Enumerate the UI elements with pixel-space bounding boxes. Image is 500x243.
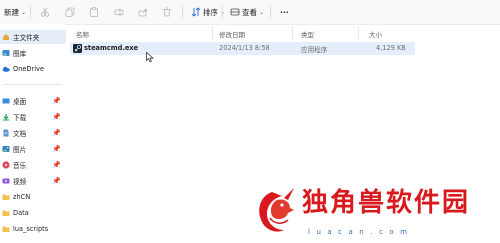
sidebar-item-data[interactable]: Data xyxy=(0,206,66,220)
steam-app-icon xyxy=(73,44,82,53)
column-header-name[interactable]: 名称 xyxy=(76,29,89,39)
sidebar-item-label: zhCN xyxy=(13,193,31,201)
column-header-type[interactable]: 类型 xyxy=(301,29,314,39)
desktop-icon xyxy=(2,98,10,104)
new-button[interactable]: 新建 ⌄ xyxy=(4,5,26,19)
file-size: 4,129 KB xyxy=(376,44,406,52)
sort-button[interactable]: 排序 ⌄ xyxy=(191,5,225,19)
sidebar-item-downloads[interactable]: 下载 📌 xyxy=(0,110,66,124)
more-icon: ··· xyxy=(280,7,289,17)
view-icon xyxy=(230,8,240,16)
folder-icon xyxy=(2,194,10,200)
sidebar-item-label: 下载 xyxy=(13,114,27,122)
view-button[interactable]: 查看 ⌄ xyxy=(230,5,264,19)
column-divider[interactable] xyxy=(212,27,213,39)
unicorn-logo-icon xyxy=(259,188,294,232)
column-header-size[interactable]: 大小 xyxy=(369,29,382,39)
share-button[interactable] xyxy=(138,5,148,19)
sidebar-item-pictures[interactable]: 图片 📌 xyxy=(0,142,66,156)
rename-button[interactable] xyxy=(114,5,124,19)
sidebar-item-zhcn[interactable]: zhCN xyxy=(0,190,66,204)
sidebar-item-label: 图片 xyxy=(13,146,27,154)
cut-icon xyxy=(40,7,50,17)
file-type: 应用程序 xyxy=(301,46,328,54)
home-icon xyxy=(3,34,9,40)
folder-icon xyxy=(2,226,10,232)
video-icon xyxy=(2,178,10,184)
sidebar-item-label: 视频 xyxy=(13,178,27,186)
sidebar-item-label: 桌面 xyxy=(13,98,27,106)
cut-button[interactable] xyxy=(40,5,50,19)
sidebar-item-label: 音乐 xyxy=(13,162,27,170)
column-divider[interactable] xyxy=(358,27,359,39)
picture-icon xyxy=(2,146,10,152)
sidebar-item-label: 文档 xyxy=(13,130,27,138)
rename-icon xyxy=(114,8,124,16)
sidebar-item-music[interactable]: 音乐 📌 xyxy=(0,158,66,172)
pin-icon: 📌 xyxy=(52,145,61,153)
view-label: 查看 xyxy=(242,7,257,17)
delete-button[interactable] xyxy=(162,5,172,19)
sidebar-item-label: 主文件夹 xyxy=(13,34,40,42)
toolbar-divider xyxy=(270,6,271,18)
toolbar-divider xyxy=(222,6,223,18)
copy-icon xyxy=(65,7,75,17)
folder-icon xyxy=(2,210,10,216)
toolbar-divider xyxy=(182,6,183,18)
sidebar-item-lua-scripts[interactable]: lua_scripts xyxy=(0,222,66,236)
sidebar-item-onedrive[interactable]: OneDrive xyxy=(0,62,66,76)
column-divider[interactable] xyxy=(292,27,293,39)
sort-label: 排序 xyxy=(203,7,218,17)
sidebar-item-label: lua_scripts xyxy=(13,225,49,233)
paste-button[interactable] xyxy=(89,5,99,19)
sidebar-divider xyxy=(4,84,62,85)
sidebar-item-label: Data xyxy=(13,209,29,217)
sidebar-item-label: OneDrive xyxy=(13,65,45,73)
cloud-icon xyxy=(2,66,10,72)
watermark-brand: 独角兽软件园 xyxy=(302,188,471,218)
file-name: steamcmd.exe xyxy=(84,44,139,52)
column-header-date[interactable]: 修改日期 xyxy=(219,29,245,39)
paste-icon xyxy=(90,7,98,17)
gallery-icon xyxy=(2,50,10,56)
navigation-pane: 主文件夹 图库 OneDrive 桌面 📌 下载 📌 文档 📌 图片 📌 音乐 … xyxy=(0,24,66,243)
pin-icon: 📌 xyxy=(52,177,61,185)
pin-icon: 📌 xyxy=(52,97,61,105)
sidebar-item-desktop[interactable]: 桌面 📌 xyxy=(0,94,66,108)
pin-icon: 📌 xyxy=(52,161,61,169)
pin-icon: 📌 xyxy=(52,113,61,121)
download-icon xyxy=(3,114,9,121)
more-options-button[interactable]: ··· xyxy=(280,5,289,19)
sidebar-item-documents[interactable]: 文档 📌 xyxy=(0,126,66,140)
sidebar-item-videos[interactable]: 视频 📌 xyxy=(0,174,66,188)
watermark: 独角兽软件园 luacan.com xyxy=(250,186,500,243)
chevron-down-icon: ⌄ xyxy=(21,8,27,16)
sidebar-item-home[interactable]: 主文件夹 xyxy=(0,30,66,44)
command-bar: 新建 ⌄ 排序 查看 ⌄ ··· xyxy=(0,0,500,25)
copy-button[interactable] xyxy=(65,5,75,19)
music-icon xyxy=(2,161,10,169)
pin-icon: 📌 xyxy=(52,129,61,137)
new-label: 新建 xyxy=(4,7,19,17)
file-date: 2024/1/13 8:58 xyxy=(219,44,270,52)
sidebar-item-label: 图库 xyxy=(13,50,27,58)
mouse-cursor-icon xyxy=(146,52,154,63)
trash-icon xyxy=(163,7,171,17)
watermark-url: luacan.com xyxy=(308,228,414,236)
document-icon xyxy=(3,129,9,137)
sort-icon xyxy=(191,7,201,17)
sidebar-item-gallery[interactable]: 图库 xyxy=(0,46,66,60)
table-row[interactable]: steamcmd.exe 2024/1/13 8:58 应用程序 4,129 K… xyxy=(70,42,415,55)
share-icon xyxy=(138,9,147,17)
chevron-down-icon: ⌄ xyxy=(259,8,265,16)
toolbar-divider xyxy=(30,6,31,18)
